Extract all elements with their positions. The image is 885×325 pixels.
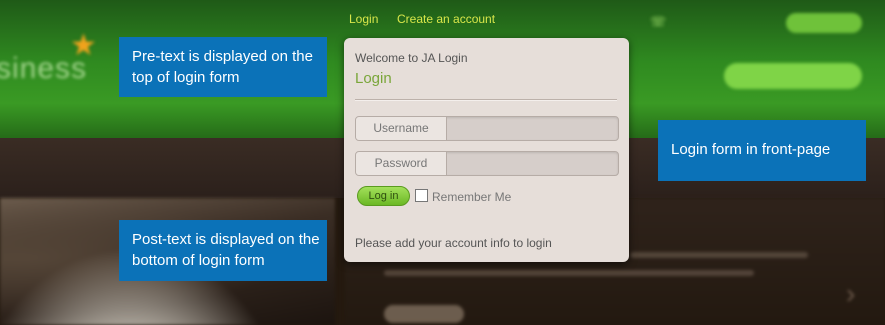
star-logo-icon: ★: [70, 29, 97, 62]
username-field: Username: [355, 116, 619, 141]
password-input[interactable]: [447, 152, 618, 175]
cta-button-blurred: [724, 63, 862, 89]
divider: [355, 99, 617, 101]
password-label: Password: [356, 152, 447, 175]
remember-me-label[interactable]: Remember Me: [432, 190, 511, 204]
login-link[interactable]: Login: [349, 12, 378, 26]
login-dropdown: Welcome to JA Login Login Username Passw…: [344, 38, 629, 262]
callout-pretext: Pre-text is displayed on the top of logi…: [119, 37, 327, 97]
login-button[interactable]: Log in: [357, 186, 410, 206]
contact-button-blurred: [786, 13, 862, 33]
phone-icon: ☏: [650, 14, 667, 29]
remember-me-checkbox[interactable]: [415, 189, 428, 202]
hero-text-line: [630, 252, 808, 258]
username-input[interactable]: [447, 117, 618, 140]
hero-text-line: [384, 270, 754, 276]
create-account-link[interactable]: Create an account: [397, 12, 495, 26]
password-field: Password: [355, 151, 619, 176]
callout-posttext: Post-text is displayed on the bottom of …: [119, 220, 327, 281]
callout-frontpage: Login form in front-page: [658, 120, 866, 181]
chevron-right-icon: ›: [846, 278, 856, 309]
hero-button-blurred: [384, 305, 464, 323]
login-posttext: Please add your account info to login: [355, 236, 552, 250]
login-pretext: Welcome to JA Login: [355, 51, 468, 65]
username-label: Username: [356, 117, 447, 140]
login-title: Login: [355, 70, 392, 87]
